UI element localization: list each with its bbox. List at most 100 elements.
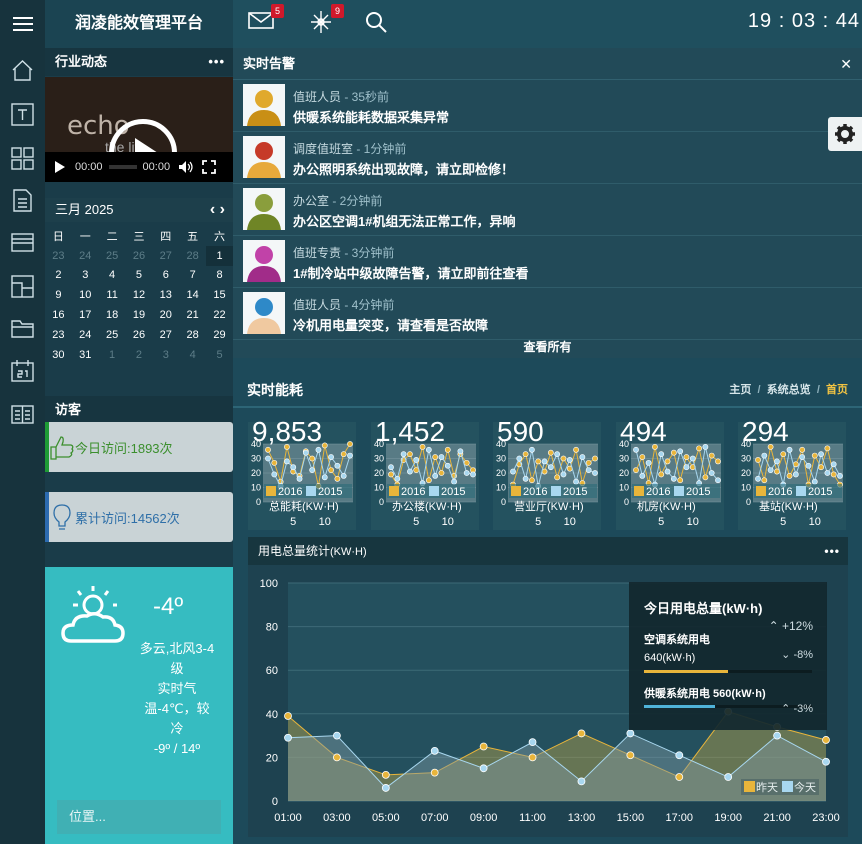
calendar-day[interactable]: 25 [99,246,126,266]
view-all-link[interactable]: 查看所有 [233,338,862,355]
calendar-day[interactable]: 26 [126,325,153,345]
data-point[interactable] [675,773,684,781]
calendar-day[interactable]: 14 [179,285,206,305]
calendar-day[interactable]: 11 [99,285,126,305]
folder-icon[interactable] [10,316,35,341]
fullscreen-icon[interactable] [202,160,216,174]
close-icon[interactable]: ✕ [840,48,852,80]
calendar-day[interactable]: 12 [126,285,153,305]
calendar-day[interactable]: 4 [99,266,126,286]
kpi-card[interactable]: 0 10 20 30 40 5 10 总能耗(KW·H) 2016 2015 9,853 [248,416,356,530]
data-point[interactable] [381,784,390,792]
alert-item[interactable]: 值班专责 - 3分钟前 1#制冷站中级故障告警，请立即前往查看 [233,236,862,288]
kpi-card[interactable]: 0 10 20 30 40 5 10 基站(KW·H) 2016 2015 294 [738,416,846,530]
fan-button[interactable]: 9 [308,4,344,39]
calendar-day[interactable]: 10 [72,285,99,305]
calendar-day[interactable]: 24 [72,325,99,345]
grid-icon[interactable] [10,146,35,171]
volume-icon[interactable] [178,160,194,174]
video-seek-bar[interactable] [108,165,137,169]
calendar-day[interactable]: 4 [179,345,206,365]
calendar-day[interactable]: 8 [206,266,233,286]
calendar-day[interactable]: 23 [45,246,72,266]
calendar-day[interactable]: 20 [152,305,179,325]
calendar-day[interactable]: 5 [126,266,153,286]
search-button[interactable] [364,10,388,37]
calendar-day[interactable]: 27 [152,325,179,345]
data-point[interactable] [822,736,830,744]
breadcrumb-overview[interactable]: 系统总览 [767,384,811,396]
alert-item[interactable]: 调度值班室 - 1分钟前 办公照明系统出现故障，请立即检修！ [233,132,862,184]
alert-item[interactable]: 值班人员 - 35秒前 供暖系统能耗数据采集异常 [233,80,862,132]
play-small-icon[interactable] [53,160,67,174]
calendar-day[interactable]: 7 [179,266,206,286]
calendar-next-button[interactable]: › [220,201,225,218]
text-icon[interactable] [10,102,35,127]
calendar-day[interactable]: 1 [206,245,233,266]
layout-icon[interactable] [10,274,35,299]
alert-item[interactable]: 办公室 - 2分钟前 办公区空调1#机组无法正常工作，异响 [233,184,862,236]
data-point[interactable] [577,729,586,738]
calendar-day[interactable]: 16 [45,305,72,325]
kpi-card[interactable]: 0 10 20 30 40 5 10 机房(KW·H) 2016 2015 494 [616,416,724,530]
data-point[interactable] [284,712,292,720]
calendar-day[interactable]: 3 [152,345,179,365]
calendar-day[interactable]: 19 [126,305,153,325]
calendar-day[interactable]: 5 [206,345,233,365]
settings-button[interactable] [828,117,862,151]
calendar-day[interactable]: 29 [206,325,233,345]
data-point[interactable] [528,753,537,762]
mail-button[interactable]: 5 [248,4,284,33]
calendar-day[interactable]: 6 [152,266,179,286]
data-point[interactable] [724,773,733,781]
data-point[interactable] [528,738,537,747]
alert-item[interactable]: 值班人员 - 4分钟前 冷机用电量突变，请查看是否故障 [233,288,862,340]
calendar-prev-button[interactable]: ‹ [210,201,215,218]
calendar-icon[interactable] [10,358,35,383]
data-point[interactable] [675,751,684,760]
data-point[interactable] [626,751,635,760]
news-more-button[interactable]: ••• [208,48,225,76]
kpi-card[interactable]: 0 10 20 30 40 5 10 办公楼(KW·H) 2016 2015 1,452 [371,416,479,530]
data-point[interactable] [479,742,488,751]
calendar-day[interactable]: 17 [72,305,99,325]
calendar-day[interactable]: 30 [45,345,72,365]
calendar-day[interactable]: 2 [126,345,153,365]
calendar-day[interactable]: 9 [45,285,72,305]
calendar-day[interactable]: 1 [99,345,126,365]
document-icon[interactable] [10,188,35,213]
data-point[interactable] [430,768,439,777]
calendar-day[interactable]: 23 [45,325,72,345]
data-point[interactable] [773,731,781,740]
calendar-day[interactable]: 2 [45,266,72,286]
data-point[interactable] [822,757,830,766]
calendar-day[interactable]: 18 [99,305,126,325]
data-point[interactable] [333,731,341,740]
data-point[interactable] [479,764,488,773]
calendar-day[interactable]: 28 [179,246,206,266]
calendar-day[interactable]: 24 [72,246,99,266]
calendar-day[interactable]: 25 [99,325,126,345]
calendar-day[interactable]: 13 [152,285,179,305]
breadcrumb-home[interactable]: 主页 [729,384,751,396]
window-icon[interactable] [10,230,35,255]
calendar-day[interactable]: 15 [206,285,233,305]
calendar-day[interactable]: 26 [126,246,153,266]
calendar-day[interactable]: 27 [152,246,179,266]
data-point[interactable] [430,746,439,755]
chart-more-button[interactable]: ••• [824,537,840,565]
list-icon[interactable] [10,402,35,427]
data-point[interactable] [333,753,341,762]
calendar-day[interactable]: 3 [72,266,99,286]
data-point[interactable] [577,777,586,786]
calendar-day[interactable]: 31 [72,345,99,365]
home-icon[interactable] [10,58,35,83]
data-point[interactable] [626,729,635,738]
location-input[interactable]: 位置... [57,800,221,834]
kpi-card[interactable]: 0 10 20 30 40 5 10 营业厅(KW·H) 2016 2015 590 [493,416,601,530]
data-point[interactable] [381,770,390,779]
calendar-day[interactable]: 22 [206,305,233,325]
hamburger-menu-icon[interactable] [0,0,45,48]
calendar-day[interactable]: 28 [179,325,206,345]
calendar-day[interactable]: 21 [179,305,206,325]
